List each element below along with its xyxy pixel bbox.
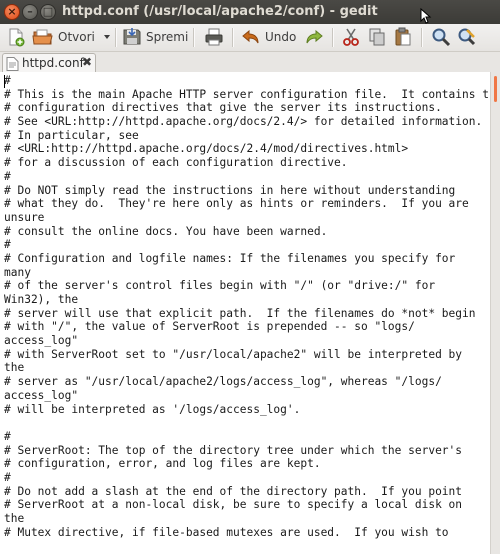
open-folder-icon: [32, 29, 53, 45]
search-icon: [432, 28, 451, 47]
redo-button[interactable]: [304, 26, 324, 48]
paste-icon: [395, 27, 411, 46]
close-window-button[interactable]: ×: [4, 4, 20, 20]
undo-label: Undo: [265, 30, 297, 44]
tab-label: httpd.conf: [22, 56, 84, 70]
text-cursor: [4, 75, 5, 88]
title-bar[interactable]: × – □ httpd.conf (/usr/local/apache2/con…: [0, 0, 500, 24]
find-button[interactable]: [431, 26, 451, 48]
text-line: #: [4, 429, 11, 443]
close-tab-icon[interactable]: ✖: [82, 55, 92, 69]
mouse-pointer-icon: [420, 8, 432, 24]
toolbar-separator: [115, 28, 117, 47]
save-button[interactable]: Spremi: [122, 26, 188, 48]
toolbar: Otvori Spremi Undo: [0, 24, 500, 52]
text-line: #: [4, 74, 11, 87]
new-document-button[interactable]: [6, 26, 26, 48]
print-button[interactable]: [204, 26, 224, 48]
text-line: # configuration directives that give the…: [4, 101, 442, 115]
text-line: access_log": [4, 388, 79, 402]
save-icon: [123, 28, 141, 45]
redo-icon: [306, 29, 323, 44]
minimize-icon: –: [27, 5, 33, 18]
copy-icon: [369, 28, 385, 46]
text-line: many: [4, 265, 31, 279]
text-line: the: [4, 361, 25, 375]
scrollbar-thumb[interactable]: [494, 76, 497, 102]
text-line: the: [4, 512, 25, 525]
open-recent-dropdown[interactable]: [103, 26, 111, 48]
text-line: # See <URL:http://httpd.apache.org/docs/…: [4, 115, 483, 129]
text-line: #: [4, 169, 11, 183]
text-line: # ServerRoot at a non-local disk, be sur…: [4, 498, 463, 512]
text-line: # with "/", the value of ServerRoot is p…: [4, 320, 415, 334]
toolbar-separator: [232, 28, 234, 47]
text-line: # server as "/usr/local/apache2/logs/acc…: [4, 375, 442, 389]
open-label: Otvori: [58, 30, 95, 44]
text-line: [4, 416, 490, 430]
window-title: httpd.conf (/usr/local/apache2/conf) - g…: [62, 4, 378, 19]
new-document-icon: [9, 28, 25, 47]
undo-button[interactable]: Undo: [241, 26, 296, 48]
text-line: # server will use that explicit path. If…: [4, 306, 476, 320]
text-line: # configuration, error, and log files ar…: [4, 457, 321, 471]
text-line: #: [4, 238, 11, 252]
cut-button[interactable]: [341, 26, 361, 48]
text-line: # In particular, see: [4, 128, 139, 142]
text-line: # will be interpreted as '/logs/access_l…: [4, 402, 301, 416]
text-line: # Do NOT simply read the instructions in…: [4, 183, 456, 197]
text-line: # what they do. They're here only as hin…: [4, 197, 469, 211]
printer-icon: [205, 28, 223, 46]
vertical-scrollbar[interactable]: [490, 72, 500, 554]
text-line: Win32), the: [4, 293, 79, 306]
text-document-icon: [6, 57, 19, 71]
undo-icon: [242, 29, 259, 44]
open-button[interactable]: Otvori: [32, 26, 95, 48]
copy-button[interactable]: [367, 26, 387, 48]
text-editor[interactable]: # # This is the main Apache HTTP server c…: [0, 72, 500, 554]
minimize-window-button[interactable]: –: [22, 4, 38, 20]
text-line: # consult the online docs. You have been…: [4, 224, 328, 238]
document-tab-bar: httpd.conf ✖: [0, 52, 500, 73]
maximize-icon: □: [42, 5, 54, 18]
toolbar-separator: [332, 28, 334, 47]
find-replace-icon: [458, 28, 476, 46]
text-line: #: [4, 470, 11, 484]
editor-view[interactable]: # # This is the main Apache HTTP server c…: [0, 72, 500, 554]
maximize-window-button[interactable]: □: [40, 4, 56, 20]
text-line: unsure: [4, 210, 45, 224]
gedit-window: × – □ httpd.conf (/usr/local/apache2/con…: [0, 0, 500, 554]
paste-button[interactable]: [393, 26, 413, 48]
text-line: # Configuration and logfile names: If th…: [4, 251, 456, 265]
scissors-icon: [343, 28, 359, 46]
text-line: # with ServerRoot set to "/usr/local/apa…: [4, 347, 463, 361]
toolbar-separator: [421, 28, 423, 47]
tab-httpd-conf[interactable]: httpd.conf ✖: [2, 53, 96, 72]
text-line: # <URL:http://httpd.apache.org/docs/2.4/…: [4, 142, 409, 156]
text-line: access_log": [4, 334, 79, 348]
text-line: # This is the main Apache HTTP server co…: [4, 87, 500, 101]
chevron-down-icon: [104, 35, 110, 39]
find-replace-button[interactable]: [457, 26, 477, 48]
text-line: # Mutex directive, if file-based mutexes…: [4, 525, 449, 539]
text-line: # Do not add a slash at the end of the d…: [4, 484, 463, 498]
text-line: # ServerRoot: The top of the directory t…: [4, 443, 463, 457]
toolbar-separator: [193, 28, 195, 47]
text-line: # for a discussion of each configuration…: [4, 156, 348, 170]
close-icon: ×: [7, 5, 17, 18]
text-line: # of the server's control files begin wi…: [4, 279, 436, 293]
save-label: Spremi: [146, 30, 189, 44]
